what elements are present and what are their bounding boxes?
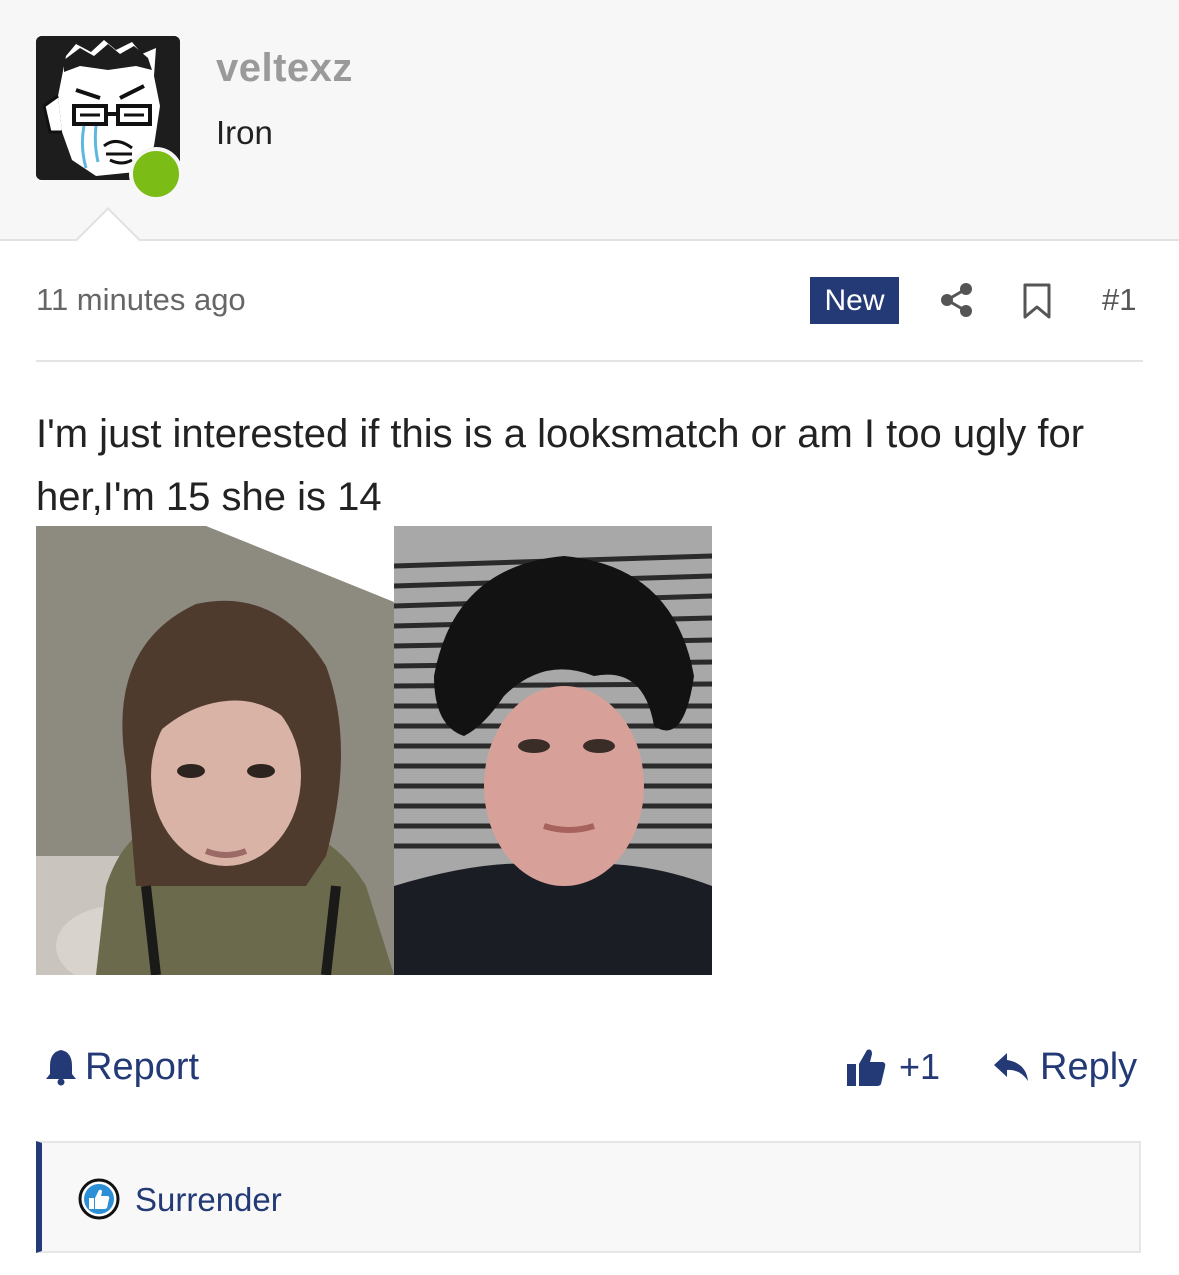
header-pointer	[75, 207, 141, 241]
reply-arrow-icon	[994, 1053, 1028, 1081]
thumbs-up-icon	[847, 1049, 886, 1086]
bookmark-icon[interactable]	[1022, 283, 1052, 319]
user-rank: Iron	[216, 114, 273, 151]
reaction-label: Surrender	[135, 1181, 282, 1218]
post-timestamp: 11 minutes ago	[36, 282, 246, 317]
reply-button[interactable]: Reply	[992, 1045, 1137, 1089]
share-icon[interactable]	[940, 282, 974, 318]
online-status-indicator	[129, 147, 183, 201]
meta-divider	[36, 360, 1143, 362]
thumbs-up-reaction-icon	[78, 1178, 120, 1220]
report-button[interactable]: Report	[45, 1045, 199, 1089]
like-button[interactable]: +1	[845, 1045, 940, 1089]
username[interactable]: veltexz	[216, 46, 353, 91]
post-header: veltexz Iron	[0, 0, 1179, 241]
like-count: +1	[899, 1046, 941, 1087]
photo-boy[interactable]	[394, 526, 712, 975]
post-number-link[interactable]: #1	[1102, 282, 1136, 318]
photo-girl[interactable]	[36, 526, 394, 975]
reply-label: Reply	[1040, 1045, 1138, 1088]
report-label: Report	[85, 1045, 200, 1088]
post-body-text: I'm just interested if this is a looksma…	[36, 412, 1085, 519]
reaction-summary[interactable]: Surrender	[36, 1141, 1141, 1253]
bell-icon	[46, 1050, 76, 1086]
new-badge: New	[810, 277, 899, 324]
